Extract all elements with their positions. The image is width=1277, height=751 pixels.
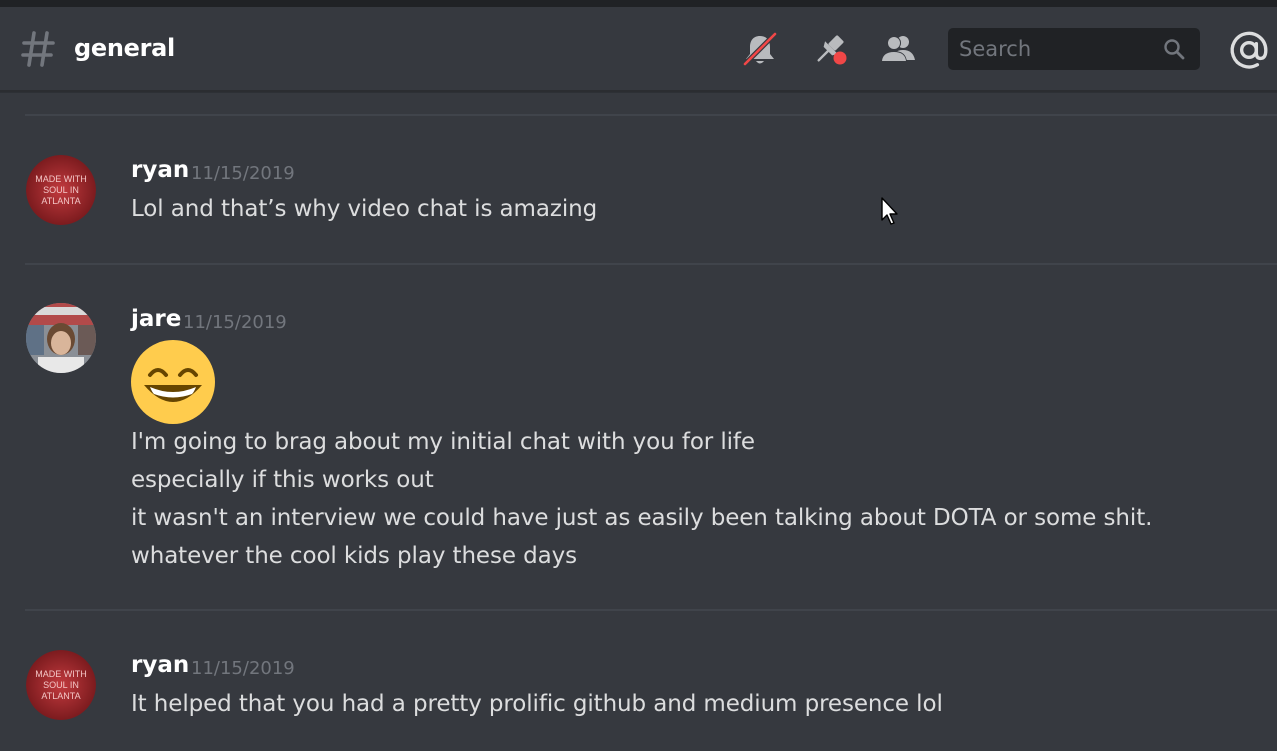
message-text: whatever the cool kids play these days (131, 543, 578, 569)
photo-avatar[interactable] (26, 303, 96, 373)
message-text: it wasn't an interview we could have jus… (131, 505, 1153, 531)
message-timestamp: 11/15/2019 (191, 658, 295, 679)
window-top-strip (0, 0, 1277, 7)
message-text: Lol and that’s why video chat is amazing (131, 196, 598, 222)
members-icon[interactable] (878, 29, 918, 69)
message-timestamp: 11/15/2019 (183, 312, 287, 333)
message-text: especially if this works out (131, 467, 434, 493)
mouse-cursor-icon (881, 197, 898, 225)
channel-name: general (74, 34, 175, 62)
svg-text:MADE WITH: MADE WITH (35, 174, 87, 184)
svg-text:SOUL IN: SOUL IN (43, 185, 79, 195)
search-input[interactable] (948, 28, 1158, 70)
pin-unread-badge (833, 51, 847, 65)
search-box[interactable] (948, 28, 1200, 70)
message-divider (25, 114, 1277, 116)
svg-text:SOUL IN: SOUL IN (43, 680, 79, 690)
svg-text:ATLANTA: ATLANTA (41, 691, 80, 701)
message-text: I'm going to brag about my initial chat … (131, 429, 755, 455)
made-with-soul-in-atlanta-avatar[interactable]: MADE WITH SOUL IN ATLANTA (26, 155, 96, 225)
message-timestamp: 11/15/2019 (191, 163, 295, 184)
message-author[interactable]: ryan (131, 652, 189, 678)
message-divider (25, 263, 1277, 265)
pin-icon[interactable] (810, 29, 850, 69)
message-list: MADE WITH SOUL IN ATLANTA ryan 11/15/201… (0, 94, 1277, 751)
message-divider (25, 609, 1277, 611)
made-with-soul-in-atlanta-avatar[interactable]: MADE WITH SOUL IN ATLANTA (26, 650, 96, 720)
at-icon[interactable] (1228, 29, 1270, 69)
channel-header: general (0, 7, 1277, 92)
message-author[interactable]: jare (131, 306, 181, 332)
hash-icon (21, 31, 55, 67)
message-author[interactable]: ryan (131, 157, 189, 183)
search-icon[interactable] (1162, 37, 1186, 61)
bell-muted-icon[interactable] (740, 29, 780, 69)
svg-text:MADE WITH: MADE WITH (35, 669, 87, 679)
message-text: It helped that you had a pretty prolific… (131, 691, 943, 717)
svg-text:ATLANTA: ATLANTA (41, 196, 80, 206)
grinning-smile-emoji (131, 340, 215, 424)
